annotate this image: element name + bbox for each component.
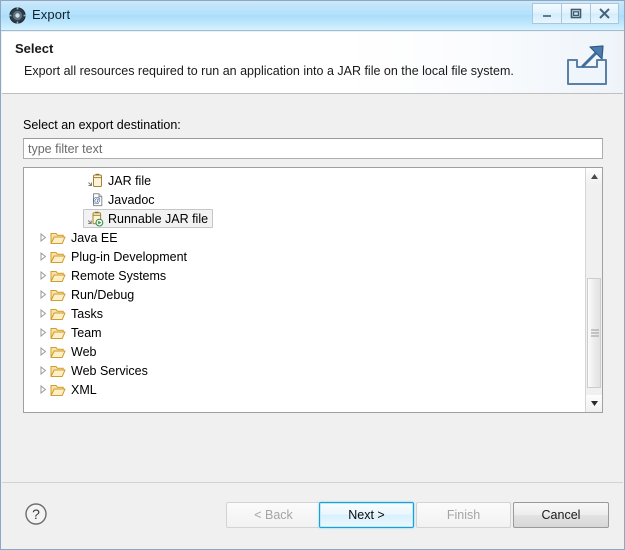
folder-icon [49,250,67,264]
tree-item-label: Javadoc [108,192,155,207]
window-title: Export [32,7,71,22]
jar-file-icon [86,173,104,189]
tree-item-web[interactable]: Web [24,342,586,361]
expand-triangle-icon[interactable] [36,252,49,261]
expand-triangle-icon[interactable] [36,290,49,299]
page-title: Select [15,41,54,56]
tree-item-web-services[interactable]: Web Services [24,361,586,380]
tree-item-label: Runnable JAR file [108,211,209,226]
tree-item-remote-systems[interactable]: Remote Systems [24,266,586,285]
runnable-jar-file-icon [86,211,104,227]
folder-icon [49,345,67,359]
filter-input[interactable] [23,138,603,159]
tree-item-label: Tasks [71,306,103,321]
tree-item-selected[interactable]: Runnable JAR file [83,209,214,228]
svg-text:@: @ [92,195,101,205]
folder-icon [49,307,67,321]
dialog-header: Select Export all resources required to … [2,32,623,94]
tree-item-runnable-jar-file[interactable]: Runnable JAR file [24,209,586,228]
folder-icon [49,364,67,378]
export-dialog-window: Export Select Export all resources requi… [0,0,625,550]
dialog-body: Select an export destination: JAR file@J… [2,95,623,481]
maximize-button[interactable] [561,3,590,24]
tree-item-javadoc[interactable]: @ Javadoc [24,190,586,209]
cancel-button[interactable]: Cancel [513,502,609,528]
javadoc-icon: @ [86,192,104,208]
tree-item-run-debug[interactable]: Run/Debug [24,285,586,304]
tree-rows: JAR file @ Javadoc Runnable JAR file Java EE… [24,168,586,412]
close-button[interactable] [590,3,619,24]
scroll-down-arrow-icon[interactable] [586,395,602,412]
folder-icon [49,288,67,302]
window-controls [532,3,619,24]
help-button[interactable]: ? [23,501,49,527]
page-description: Export all resources required to run an … [24,64,514,78]
expand-triangle-icon[interactable] [36,366,49,375]
tree-item-label: Java EE [71,230,118,245]
scrollbar-thumb[interactable] [587,278,601,388]
back-button[interactable]: < Back [226,502,321,528]
tree-item-label: XML [71,382,97,397]
tree-vertical-scrollbar[interactable] [585,168,602,412]
title-bar: Export [1,1,624,31]
scroll-up-arrow-icon[interactable] [586,168,602,185]
destination-label: Select an export destination: [23,118,181,132]
expand-triangle-icon[interactable] [36,271,49,280]
finish-button[interactable]: Finish [416,502,511,528]
expand-triangle-icon[interactable] [36,233,49,242]
tree-item-team[interactable]: Team [24,323,586,342]
tree-item-plug-in-development[interactable]: Plug-in Development [24,247,586,266]
folder-icon [49,383,67,397]
expand-triangle-icon[interactable] [36,328,49,337]
expand-triangle-icon[interactable] [36,347,49,356]
expand-triangle-icon[interactable] [36,385,49,394]
tree-item-label: Web Services [71,363,148,378]
tree-item-xml[interactable]: XML [24,380,586,399]
tree-item-label: Remote Systems [71,268,167,283]
tree-item-label: Team [71,325,102,340]
tree-item-tasks[interactable]: Tasks [24,304,586,323]
minimize-button[interactable] [532,3,561,24]
scrollbar-grip-icon [591,328,599,339]
tree-item-java-ee[interactable]: Java EE [24,228,586,247]
export-destination-tree[interactable]: JAR file @ Javadoc Runnable JAR file Java EE… [23,167,603,413]
tree-item-label: Web [71,344,97,359]
folder-icon [49,231,67,245]
folder-icon [49,269,67,283]
tree-item-label: Plug-in Development [71,249,188,264]
dialog-button-bar: ? < Back Next > Finish Cancel [2,482,623,549]
eclipse-export-icon [9,7,26,24]
tree-item-label: JAR file [108,173,152,188]
expand-triangle-icon[interactable] [36,309,49,318]
export-arrow-icon [559,40,615,90]
svg-text:?: ? [32,506,40,522]
next-button[interactable]: Next > [319,502,414,528]
tree-item-label: Run/Debug [71,287,135,302]
tree-item-jar-file[interactable]: JAR file [24,171,586,190]
folder-icon [49,326,67,340]
